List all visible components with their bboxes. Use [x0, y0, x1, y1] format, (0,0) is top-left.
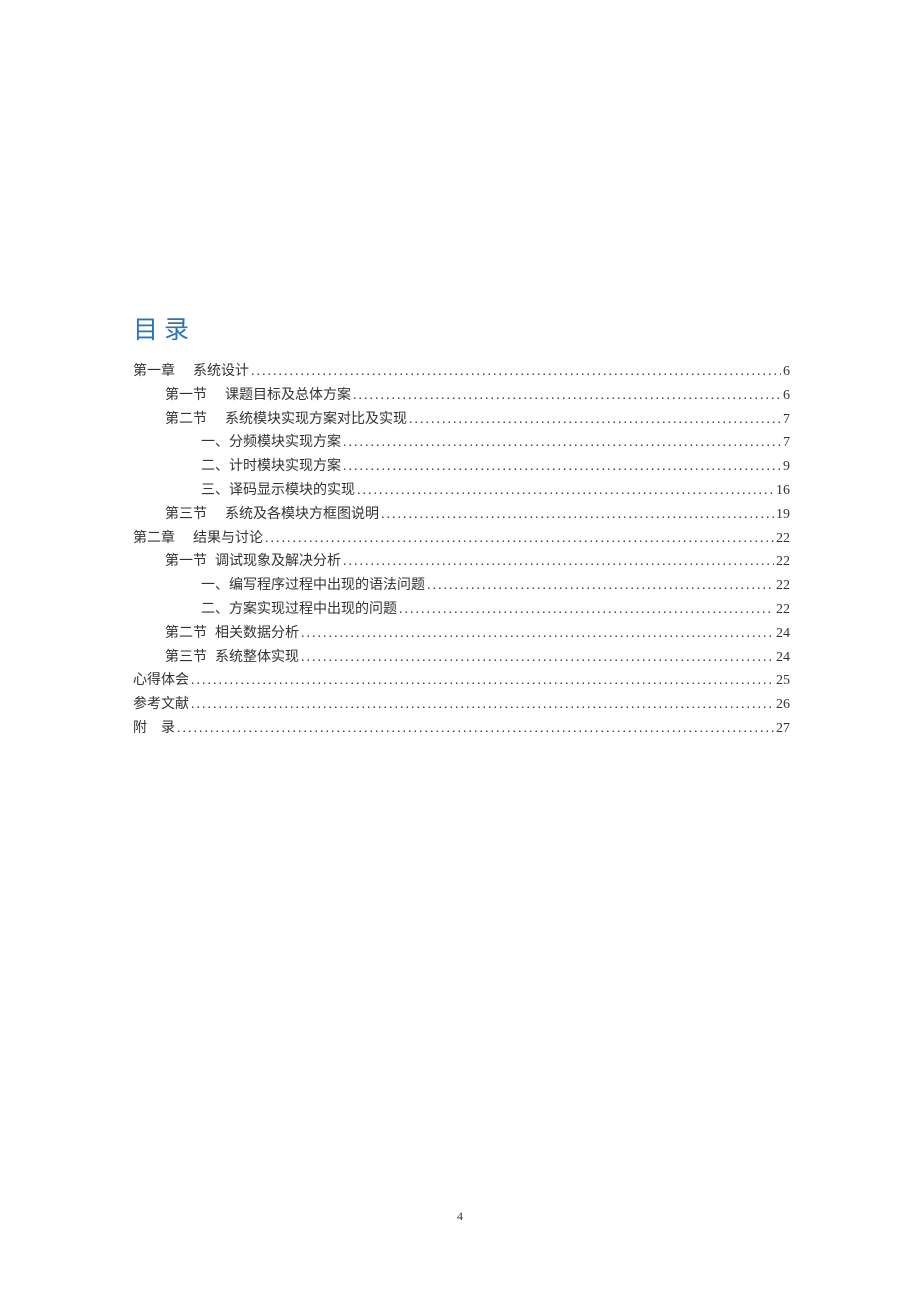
- toc-entry-page: 16: [776, 479, 790, 503]
- toc-leader-dots: [381, 503, 774, 527]
- toc-entry[interactable]: 第二节相关数据分析 24: [133, 622, 790, 646]
- page-number: 4: [0, 1209, 920, 1224]
- toc-entry-page: 22: [776, 598, 790, 622]
- toc-entry-page: 25: [776, 669, 790, 693]
- toc-entry-page: 22: [776, 527, 790, 551]
- toc-entry-label: 第一节调试现象及解决分析: [165, 550, 341, 574]
- toc-entry-label: 一、分频模块实现方案: [201, 431, 341, 455]
- toc-entry[interactable]: 第一章系统设计 6: [133, 360, 790, 384]
- toc-leader-dots: [357, 479, 774, 503]
- toc-entry[interactable]: 第一节课题目标及总体方案 6: [133, 384, 790, 408]
- toc-entry-label: 二、计时模块实现方案: [201, 455, 341, 479]
- toc-entry[interactable]: 一、编写程序过程中出现的语法问题 22: [133, 574, 790, 598]
- toc-leader-dots: [427, 574, 774, 598]
- toc-entry[interactable]: 二、方案实现过程中出现的问题 22: [133, 598, 790, 622]
- toc-leader-dots: [343, 431, 781, 455]
- toc-leader-dots: [177, 717, 774, 741]
- toc-leader-dots: [191, 693, 774, 717]
- toc-entry-label: 二、方案实现过程中出现的问题: [201, 598, 397, 622]
- toc-entry[interactable]: 第一节调试现象及解决分析 22: [133, 550, 790, 574]
- toc-entry-page: 7: [783, 408, 790, 432]
- toc-entry[interactable]: 二、计时模块实现方案 9: [133, 455, 790, 479]
- toc-entry-label: 第二章结果与讨论: [133, 527, 263, 551]
- toc-entry[interactable]: 心得体会 25: [133, 669, 790, 693]
- toc-leader-dots: [353, 384, 781, 408]
- toc-entry[interactable]: 参考文献 26: [133, 693, 790, 717]
- toc-leader-dots: [399, 598, 774, 622]
- toc-entry-label: 第三节系统整体实现: [165, 646, 299, 670]
- toc-entry[interactable]: 第二章结果与讨论 22: [133, 527, 790, 551]
- toc-entry-label: 第一节课题目标及总体方案: [165, 384, 351, 408]
- toc-entry-label: 参考文献: [133, 693, 189, 717]
- toc-entry-page: 22: [776, 550, 790, 574]
- toc-leader-dots: [191, 669, 774, 693]
- toc-entry-label: 附 录: [133, 717, 175, 741]
- toc-entry[interactable]: 三、译码显示模块的实现 16: [133, 479, 790, 503]
- toc-leader-dots: [251, 360, 781, 384]
- toc-entry-page: 26: [776, 693, 790, 717]
- toc-title: 目录: [133, 310, 790, 346]
- toc-entry-label: 心得体会: [133, 669, 189, 693]
- toc-entry-label: 第二节系统模块实现方案对比及实现: [165, 408, 407, 432]
- toc-entry[interactable]: 第二节系统模块实现方案对比及实现 7: [133, 408, 790, 432]
- toc-entry-label: 第三节系统及各模块方框图说明: [165, 503, 379, 527]
- document-page: 目录 第一章系统设计6第一节课题目标及总体方案6第二节系统模块实现方案对比及实现…: [0, 0, 920, 741]
- toc-entry-page: 7: [783, 431, 790, 455]
- toc-entry[interactable]: 第三节系统整体实现 24: [133, 646, 790, 670]
- toc-entry-label: 三、译码显示模块的实现: [201, 479, 355, 503]
- toc-entry[interactable]: 附 录 27: [133, 717, 790, 741]
- toc-entry-page: 6: [783, 360, 790, 384]
- toc-entry-page: 9: [783, 455, 790, 479]
- toc-container: 第一章系统设计6第一节课题目标及总体方案6第二节系统模块实现方案对比及实现7一、…: [133, 360, 790, 741]
- toc-leader-dots: [409, 408, 781, 432]
- toc-entry-page: 6: [783, 384, 790, 408]
- toc-leader-dots: [265, 527, 774, 551]
- toc-entry[interactable]: 一、分频模块实现方案 7: [133, 431, 790, 455]
- toc-entry-page: 24: [776, 646, 790, 670]
- toc-leader-dots: [343, 550, 774, 574]
- toc-entry-label: 第二节相关数据分析: [165, 622, 299, 646]
- toc-leader-dots: [301, 646, 774, 670]
- toc-leader-dots: [343, 455, 781, 479]
- toc-entry-page: 24: [776, 622, 790, 646]
- toc-entry-page: 19: [776, 503, 790, 527]
- toc-entry-page: 27: [776, 717, 790, 741]
- toc-entry-label: 一、编写程序过程中出现的语法问题: [201, 574, 425, 598]
- toc-entry-page: 22: [776, 574, 790, 598]
- toc-leader-dots: [301, 622, 774, 646]
- toc-entry-label: 第一章系统设计: [133, 360, 249, 384]
- toc-entry[interactable]: 第三节系统及各模块方框图说明 19: [133, 503, 790, 527]
